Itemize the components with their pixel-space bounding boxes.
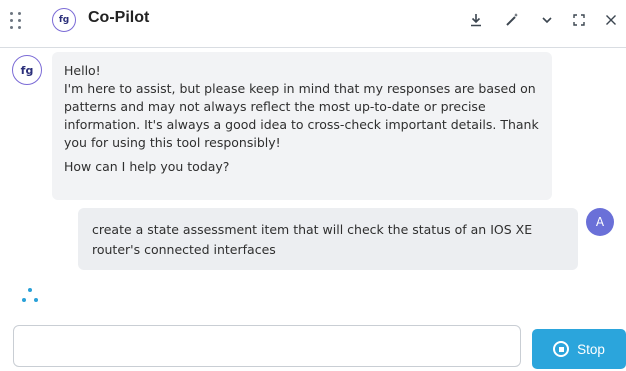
bot-greeting: Hello! xyxy=(64,63,101,78)
stop-button[interactable]: Stop xyxy=(532,329,626,369)
chevron-down-icon[interactable] xyxy=(537,10,557,30)
bot-avatar: fg xyxy=(12,55,42,85)
window-title: Co-Pilot xyxy=(88,9,150,26)
bot-message: Hello! I'm here to assist, but please ke… xyxy=(52,52,552,200)
bot-question: How can I help you today? xyxy=(64,159,230,174)
close-icon[interactable] xyxy=(601,10,621,30)
message-input[interactable] xyxy=(13,325,521,367)
user-message: create a state assessment item that will… xyxy=(78,208,578,270)
bot-message-body: I'm here to assist, but please keep in m… xyxy=(64,81,539,150)
drag-handle-icon[interactable] xyxy=(10,12,22,30)
loading-spinner-icon xyxy=(20,288,40,304)
magic-wand-icon[interactable] xyxy=(502,10,522,30)
user-avatar: A xyxy=(586,208,614,236)
stop-icon xyxy=(553,341,570,357)
user-message-text: create a state assessment item that will… xyxy=(92,222,533,257)
download-icon[interactable] xyxy=(466,10,486,30)
copilot-logo: fg xyxy=(52,8,76,32)
stop-button-label: Stop xyxy=(577,341,605,357)
expand-icon[interactable] xyxy=(569,10,589,30)
header-bar: fg Co-Pilot xyxy=(0,0,626,48)
